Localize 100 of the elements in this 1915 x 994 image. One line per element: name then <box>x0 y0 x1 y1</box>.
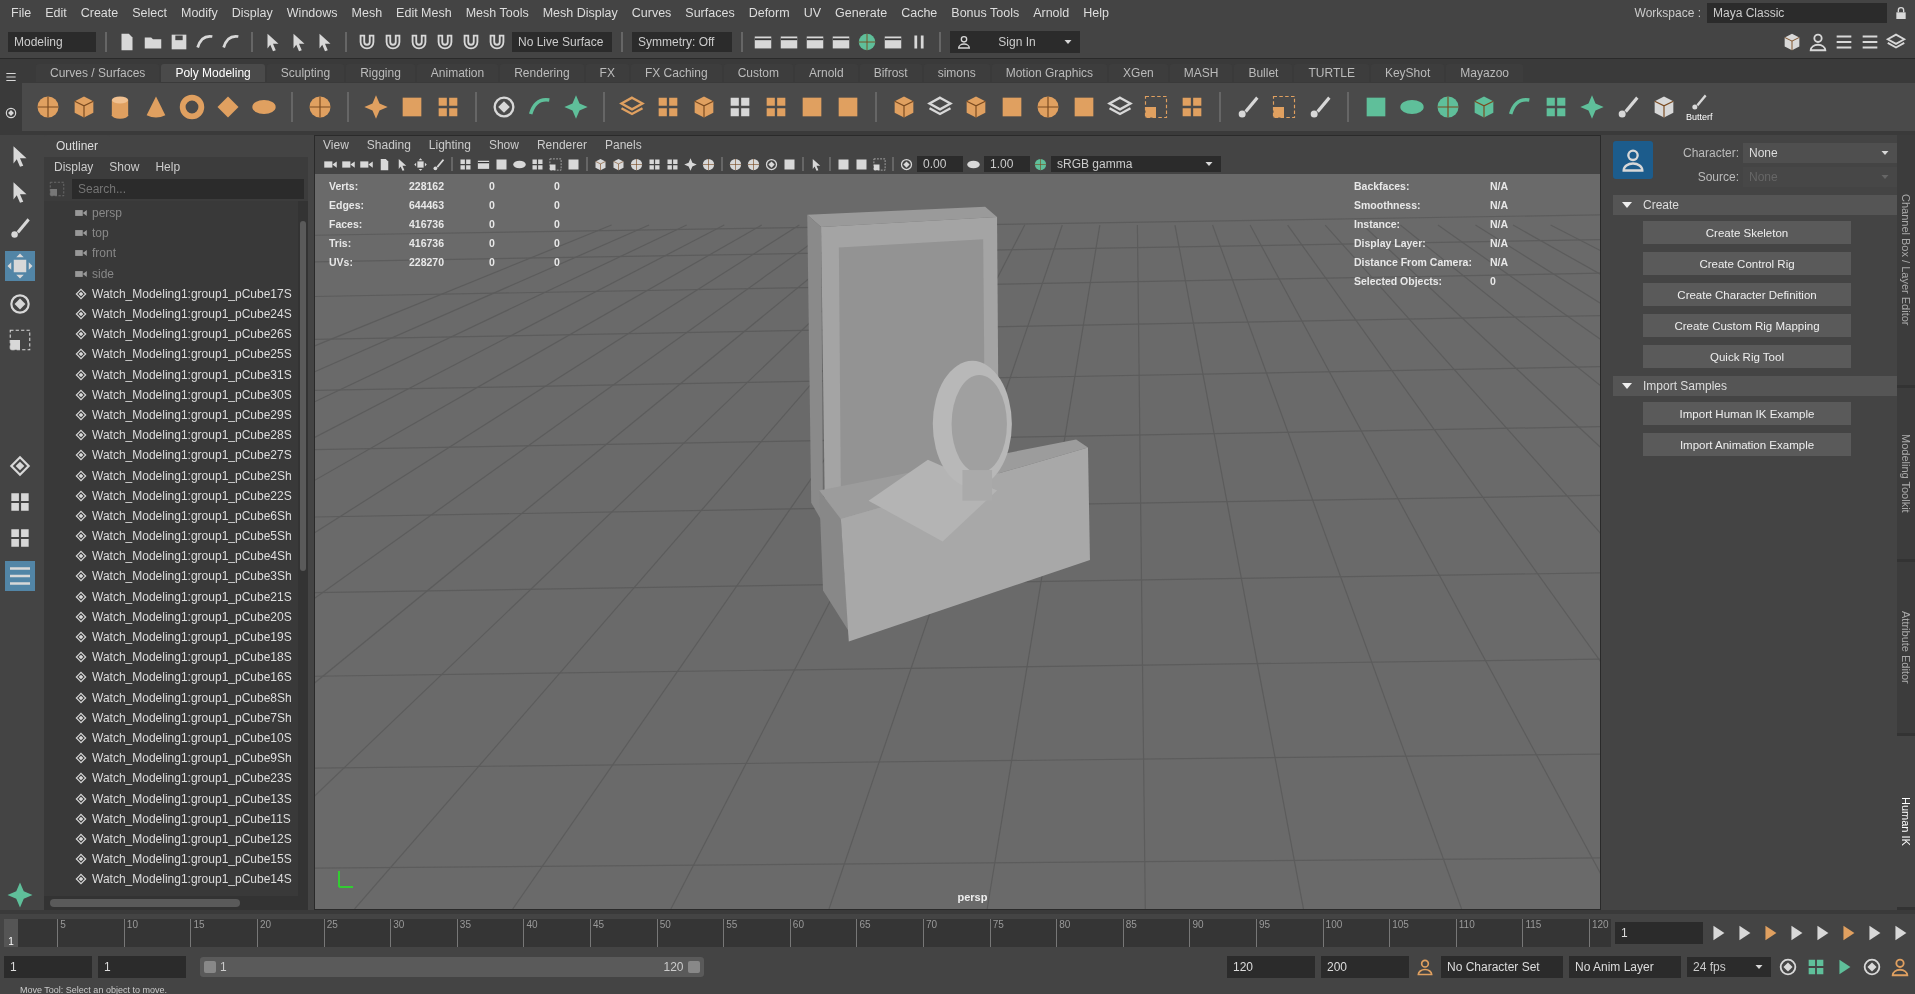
sign-in-dropdown[interactable]: Sign In <box>950 31 1080 53</box>
section-header[interactable]: Create <box>1613 195 1897 215</box>
outliner-item[interactable]: Watch_Modeling1:group1_pCube20S <box>44 606 298 627</box>
outliner-item[interactable]: Watch_Modeling1:group1_pCube30S <box>44 384 298 405</box>
outliner-item[interactable]: Watch_Modeling1:group1_pCube7Sh <box>44 707 298 728</box>
gamma-field[interactable]: 1.00 <box>984 156 1030 172</box>
view-tool-icon[interactable] <box>899 156 914 172</box>
action-button[interactable]: Create Character Definition <box>1643 283 1851 306</box>
menu-item[interactable]: Windows <box>279 6 345 20</box>
script-button[interactable]: Butterf <box>1686 92 1713 122</box>
view-tool-icon[interactable] <box>431 156 446 172</box>
exposure-field[interactable]: 0.00 <box>917 156 963 172</box>
menu-item[interactable]: Bonus Tools <box>944 6 1027 20</box>
shelf-tab[interactable]: Poly Modeling <box>161 64 265 82</box>
menu-item[interactable]: Mesh Display <box>535 6 625 20</box>
action-button[interactable]: Quick Rig Tool <box>1643 345 1851 368</box>
view-tool-icon[interactable] <box>548 156 563 172</box>
mode-dropdown[interactable]: Modeling <box>8 32 96 52</box>
scale-icon[interactable] <box>7 327 33 353</box>
action-button[interactable]: Create Custom Rig Mapping <box>1643 314 1851 337</box>
scale-icon[interactable] <box>1270 93 1298 121</box>
scrollbar[interactable] <box>44 896 308 910</box>
color-space-dropdown[interactable]: sRGB gamma <box>1051 156 1221 172</box>
outliner-item[interactable]: Watch_Modeling1:group1_pCube14S <box>44 869 298 890</box>
menu-item[interactable]: Modify <box>174 6 225 20</box>
outliner-item[interactable]: Watch_Modeling1:group1_pCube6Sh <box>44 505 298 526</box>
render-sphere-icon[interactable] <box>856 31 878 53</box>
playback-end-field[interactable]: 120 <box>1227 956 1315 978</box>
lock-icon[interactable] <box>1893 5 1909 21</box>
menu-item[interactable]: Panels <box>604 138 642 152</box>
workspace-dropdown[interactable]: Maya Classic <box>1707 3 1887 23</box>
move-tool[interactable] <box>5 251 35 281</box>
action-button[interactable]: Import Animation Example <box>1643 433 1851 456</box>
menu-item[interactable]: Show <box>488 138 519 152</box>
menu-item[interactable]: Edit <box>38 6 74 20</box>
character-set-field[interactable]: No Character Set <box>1441 956 1563 978</box>
current-frame-marker[interactable]: 1 <box>4 919 18 947</box>
outliner-item[interactable]: Watch_Modeling1:group1_pCube3Sh <box>44 566 298 587</box>
symmetry-dropdown[interactable]: Symmetry: Off <box>632 32 732 52</box>
section-header[interactable]: Import Samples <box>1613 376 1897 396</box>
view-tool-icon[interactable] <box>872 156 887 172</box>
time-slider[interactable]: 5 10 15 20 25 30 35 40 45 50 55 60 65 70 75 80 85 90 95 100 105 110 115 120 1 <box>4 919 1611 947</box>
menu-item[interactable]: Select <box>125 6 174 20</box>
color-management-icon[interactable] <box>1033 156 1048 172</box>
view-tool-icon[interactable] <box>728 156 743 172</box>
menu-icon[interactable] <box>4 70 18 84</box>
outliner-item[interactable]: Watch_Modeling1:group1_pCube27S <box>44 445 298 466</box>
view-tool-icon[interactable] <box>764 156 779 172</box>
menu-item[interactable]: Help <box>155 160 181 174</box>
menu-item[interactable]: View <box>323 138 349 152</box>
character-icon[interactable] <box>1889 956 1911 978</box>
menu-item[interactable]: Create <box>73 6 126 20</box>
outliner-item[interactable]: Watch_Modeling1:group1_pCube22S <box>44 485 298 506</box>
menu-item[interactable]: Mesh Tools <box>458 6 536 20</box>
view-tool-icon[interactable] <box>629 156 644 172</box>
outliner-item[interactable]: Watch_Modeling1:group1_pCube29S <box>44 404 298 426</box>
view-tool-icon[interactable] <box>611 156 626 172</box>
fps-dropdown[interactable]: 24 fps <box>1687 957 1771 977</box>
outliner-item[interactable]: Watch_Modeling1:group1_pCube26S <box>44 324 298 345</box>
view-tool-icon[interactable] <box>701 156 716 172</box>
menu-item[interactable]: Display <box>54 160 94 174</box>
outliner-item[interactable]: Watch_Modeling1:group1_pCube28S <box>44 425 298 446</box>
menu-item[interactable]: Deform <box>741 6 797 20</box>
view-tool-icon[interactable] <box>683 156 698 172</box>
outliner-item[interactable]: Watch_Modeling1:group1_pCube25S <box>44 344 298 365</box>
outliner-item[interactable]: Watch_Modeling1:group1_pCube19S <box>44 626 298 648</box>
outliner-item[interactable]: Watch_Modeling1:group1_pCube31S <box>44 364 298 385</box>
view-tool-icon[interactable] <box>413 156 428 172</box>
outliner-item[interactable]: Watch_Modeling1:group1_pCube4Sh <box>44 546 298 567</box>
side-tab[interactable]: Human IK <box>1897 736 1915 910</box>
outliner-item[interactable]: Watch_Modeling1:group1_pCube10S <box>44 727 298 749</box>
outliner-item[interactable]: Watch_Modeling1:group1_pCube18S <box>44 647 298 668</box>
outliner-item[interactable]: Watch_Modeling1:group1_pCube23S <box>44 768 298 789</box>
menu-item[interactable]: Surfaces <box>678 6 742 20</box>
outliner-item[interactable]: Watch_Modeling1:group1_pCube12S <box>44 828 298 849</box>
torus-icon[interactable] <box>178 93 206 121</box>
live-surface-field[interactable]: No Live Surface <box>512 32 612 52</box>
range-slider[interactable]: 1 120 <box>200 957 704 977</box>
menu-item[interactable]: Show <box>109 160 140 174</box>
outliner-item[interactable]: Watch_Modeling1:group1_pCube13S <box>44 788 298 809</box>
action-button[interactable]: Create Control Rig <box>1643 252 1851 275</box>
action-button[interactable]: Import Human IK Example <box>1643 402 1851 425</box>
scale-icon[interactable] <box>1142 93 1170 121</box>
outliner-item[interactable]: Watch_Modeling1:group1_pCube5Sh <box>44 526 298 547</box>
outliner-layout[interactable] <box>5 561 35 591</box>
menu-item[interactable]: Curves <box>624 6 679 20</box>
menu-item[interactable]: Shading <box>366 138 411 152</box>
menu-item[interactable]: Mesh <box>344 6 390 20</box>
view-tool-icon[interactable] <box>593 156 608 172</box>
scrollbar[interactable] <box>298 201 308 896</box>
menu-item[interactable]: Arnold <box>1026 6 1077 20</box>
action-button[interactable]: Create Skeleton <box>1643 221 1851 244</box>
outliner-item[interactable]: Watch_Modeling1:group1_pCube2Sh <box>44 465 298 486</box>
start-field[interactable]: 1 <box>4 956 92 978</box>
current-frame-field[interactable]: 1 <box>1615 922 1703 944</box>
search-field[interactable]: Search... <box>72 179 304 199</box>
view-tool-icon[interactable] <box>746 156 761 172</box>
menu-item[interactable]: Display <box>224 6 280 20</box>
character-dropdown[interactable]: None <box>1743 143 1897 163</box>
outliner-item[interactable]: Watch_Modeling1:group1_pCube15S <box>44 849 298 870</box>
